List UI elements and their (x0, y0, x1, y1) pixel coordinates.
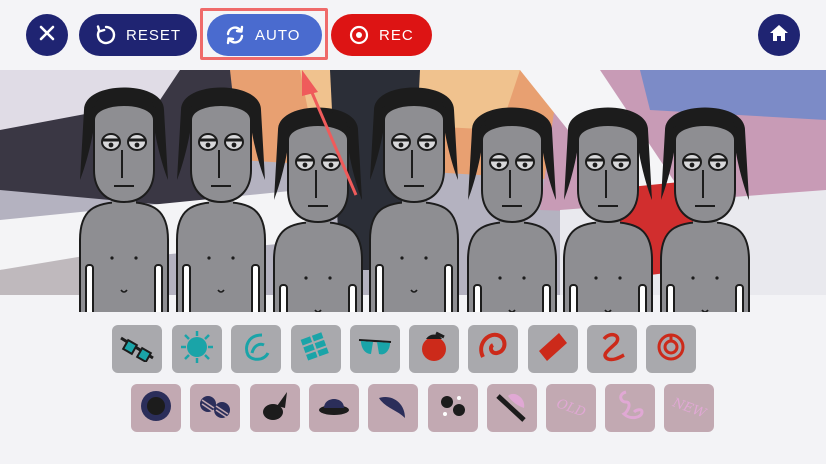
rec-label: REC (379, 26, 414, 44)
auto-highlight-box (200, 8, 328, 60)
teal-grid-icon (298, 329, 334, 370)
sound-red-squiggle[interactable] (587, 325, 637, 373)
stage-scene (0, 70, 826, 312)
reset-icon (94, 23, 118, 47)
close-button[interactable] (26, 14, 68, 56)
sound-black-disc[interactable] (131, 384, 181, 432)
sound-pink-old[interactable]: OLD (546, 384, 596, 432)
striped-glasses-icon (197, 388, 233, 429)
sound-striped-glasses[interactable] (190, 384, 240, 432)
sound-red-ring[interactable] (646, 325, 696, 373)
red-diamond-icon (535, 329, 571, 370)
teal-sun-icon (179, 329, 215, 370)
close-icon (39, 25, 55, 46)
sound-pink-new[interactable]: NEW (664, 384, 714, 432)
red-ring-icon (653, 329, 689, 370)
sound-black-hat[interactable] (250, 384, 300, 432)
sound-red-diamond[interactable] (528, 325, 578, 373)
record-icon (347, 23, 371, 47)
pink-flamingo-icon (612, 388, 648, 429)
black-disc-icon (138, 388, 174, 429)
sound-red-apple[interactable] (409, 325, 459, 373)
sound-black-dots[interactable] (428, 384, 478, 432)
red-apple-icon (416, 329, 452, 370)
sound-pink-feathered-hat[interactable] (487, 384, 537, 432)
performance-stage (0, 70, 826, 312)
sound-teal-swirl[interactable] (231, 325, 281, 373)
pink-new-icon: NEW (670, 395, 707, 421)
black-dots-icon (435, 388, 471, 429)
sound-teal-sun[interactable] (172, 325, 222, 373)
red-squiggle-icon (594, 329, 630, 370)
sound-red-spiral[interactable] (468, 325, 518, 373)
app: RESET AUTO REC OLD NEW (0, 0, 826, 464)
red-spiral-icon (475, 329, 511, 370)
pink-feathered-hat-icon (494, 388, 530, 429)
sound-teal-glasses[interactable] (112, 325, 162, 373)
home-button[interactable] (758, 14, 800, 56)
black-bowler-icon (316, 388, 352, 429)
reset-label: RESET (126, 26, 182, 44)
old-text: OLD (554, 395, 588, 421)
new-text: NEW (670, 395, 708, 421)
black-wing-icon (375, 388, 411, 429)
sound-black-bowler[interactable] (309, 384, 359, 432)
sound-black-wing[interactable] (368, 384, 418, 432)
top-toolbar: RESET AUTO REC (0, 0, 826, 70)
teal-swirl-icon (238, 329, 274, 370)
rec-button[interactable]: REC (331, 14, 432, 56)
sound-teal-sunglasses[interactable] (350, 325, 400, 373)
teal-sunglasses-icon (357, 332, 393, 367)
pink-old-icon: OLD (554, 396, 587, 420)
sound-pink-flamingo[interactable] (605, 384, 655, 432)
reset-button[interactable]: RESET (79, 14, 197, 56)
home-icon (769, 23, 789, 48)
sound-teal-grid[interactable] (291, 325, 341, 373)
teal-glasses-icon (119, 332, 155, 367)
black-hat-icon (257, 388, 293, 429)
